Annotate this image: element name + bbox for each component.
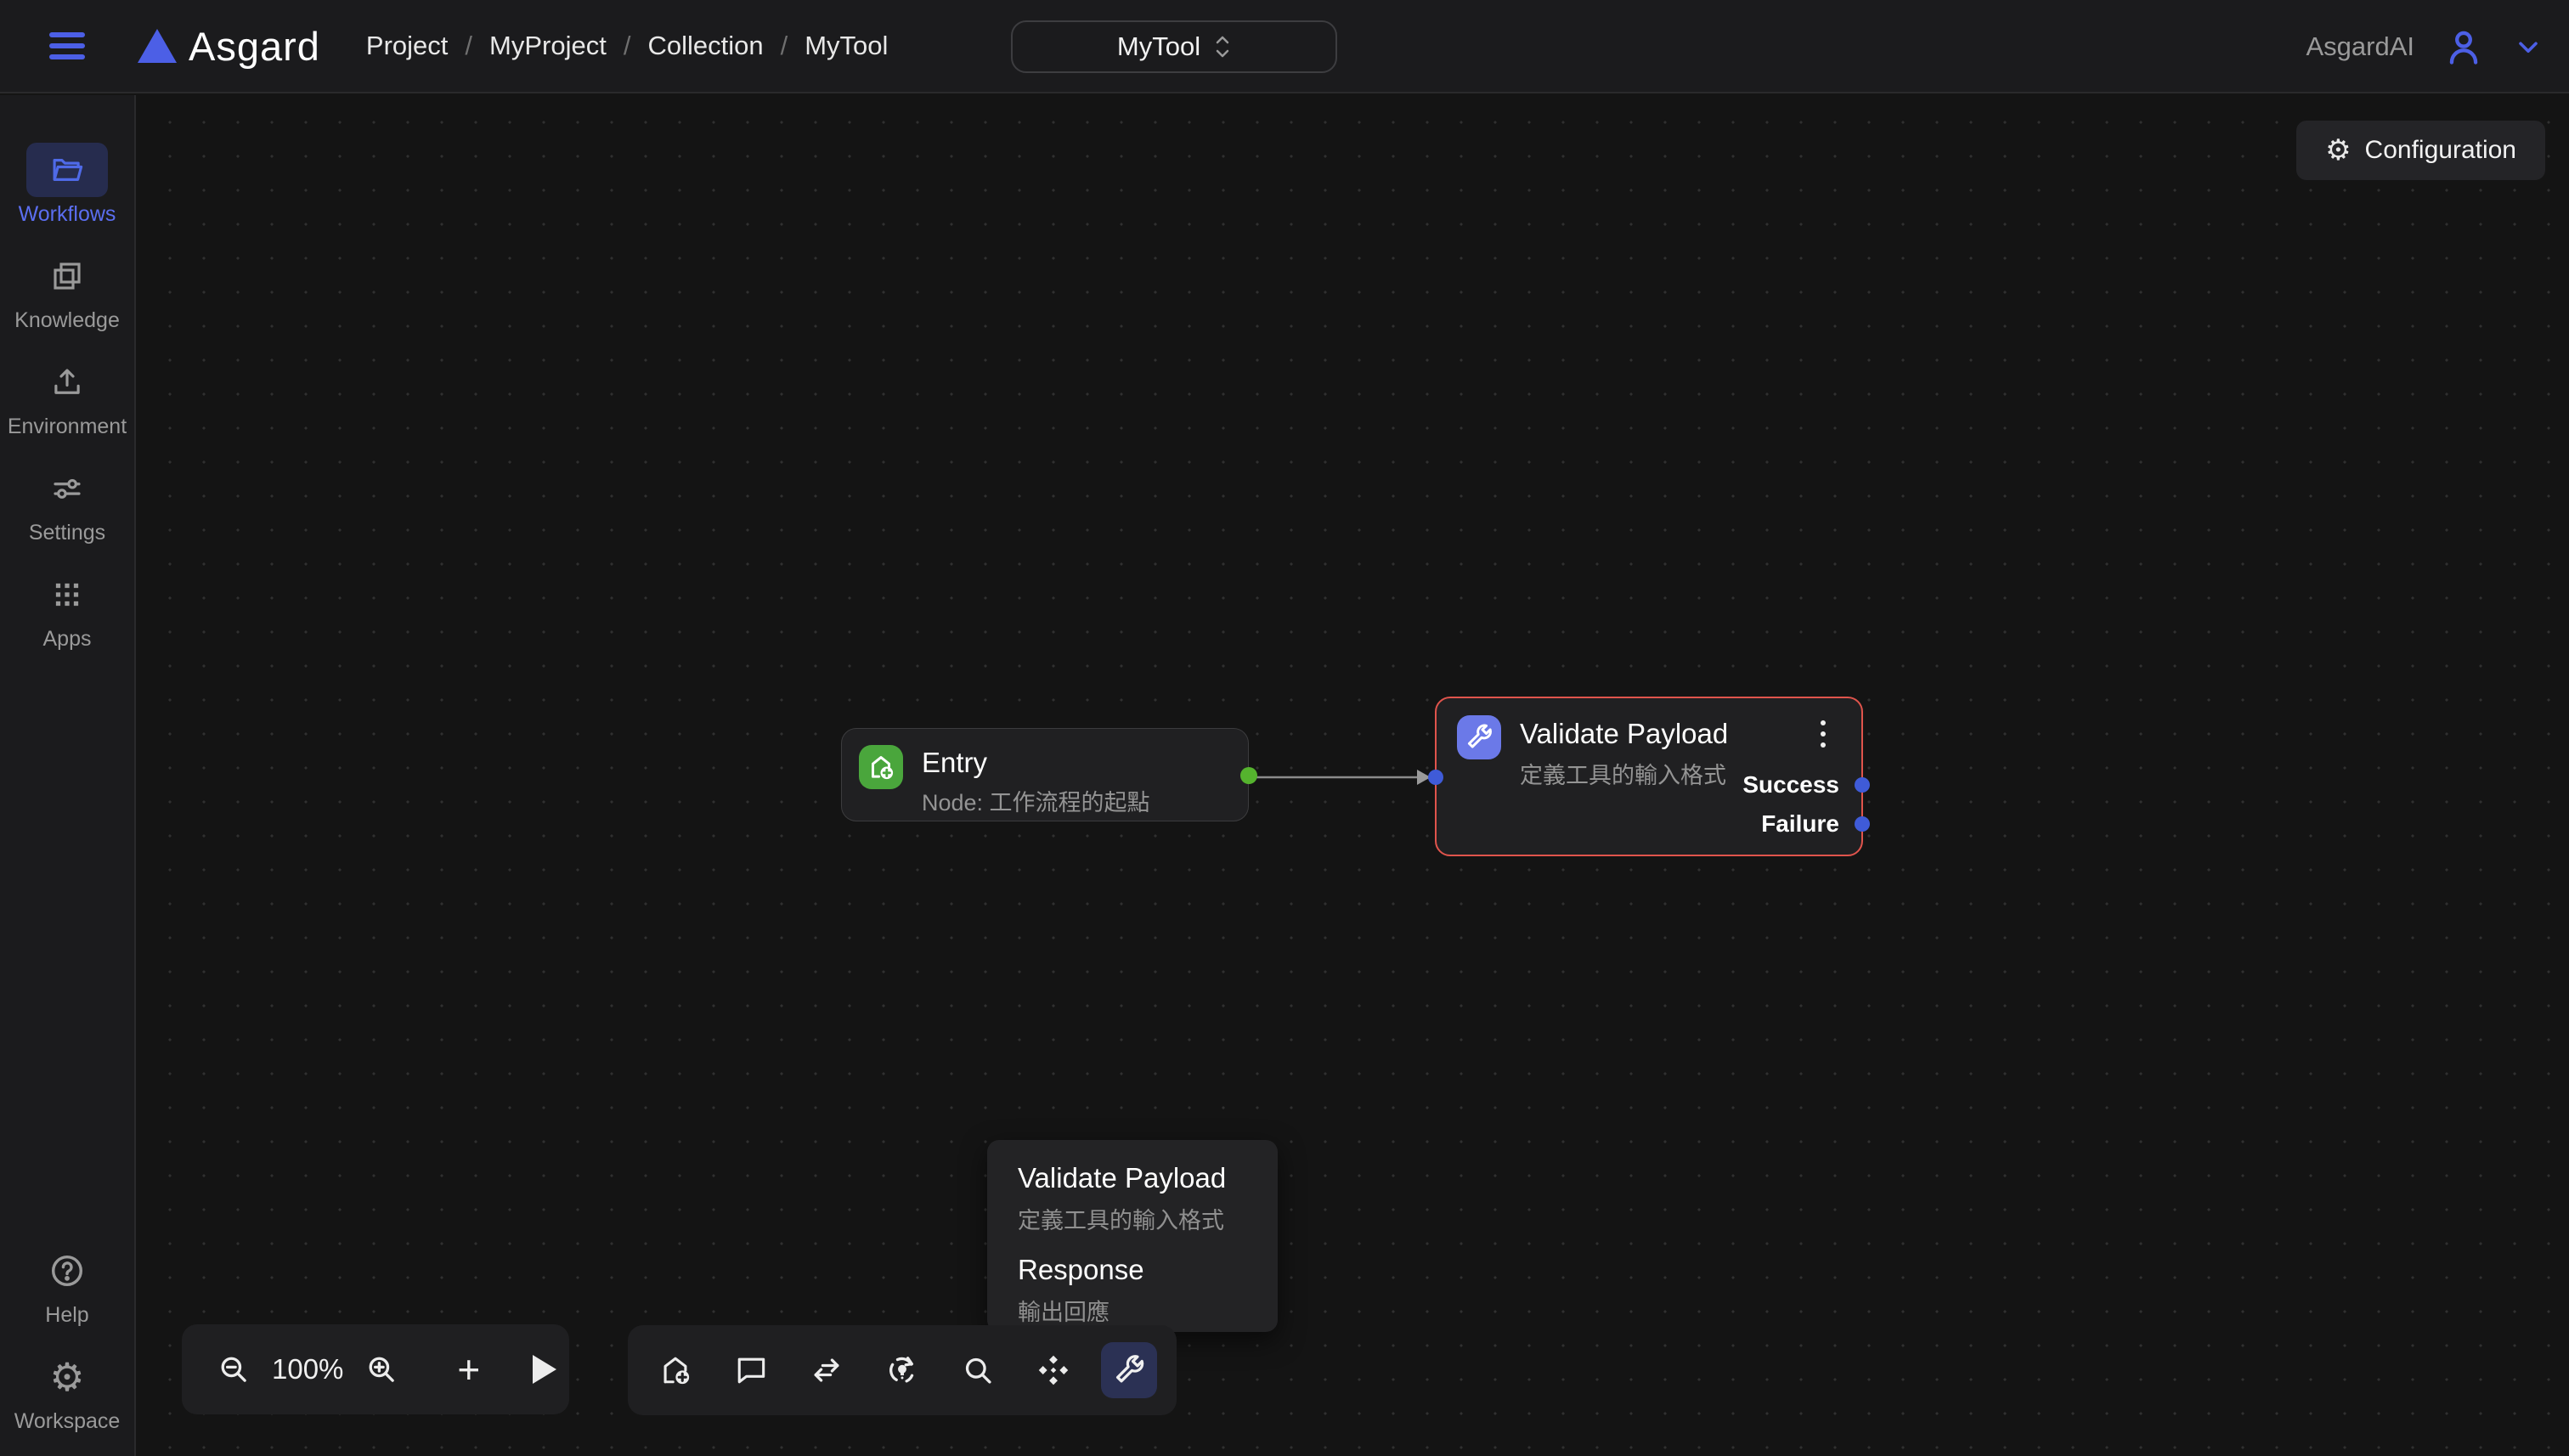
sidebar-item-environment[interactable]: Environment: [0, 355, 135, 439]
sidebar-item-workflows[interactable]: Workflows: [0, 143, 135, 227]
node-entry[interactable]: Entry Node: 工作流程的起點: [841, 728, 1249, 821]
configuration-button-label: Configuration: [2365, 136, 2516, 165]
sidebar-item-label: Environment: [8, 415, 127, 439]
input-port[interactable]: [1428, 770, 1443, 785]
sidebar-item-apps[interactable]: Apps: [0, 567, 135, 652]
zoom-toolbar: 100% +: [182, 1324, 569, 1414]
breadcrumb-separator: /: [781, 31, 788, 61]
updown-chevron-icon: [1214, 35, 1231, 59]
node-subtitle: Node: 工作流程的起點: [922, 784, 1150, 817]
gear-icon: ⚙: [2325, 136, 2351, 165]
kebab-menu-icon[interactable]: [1817, 717, 1829, 751]
sidebar-item-label: Help: [45, 1303, 88, 1328]
breadcrumb-project[interactable]: Project: [366, 31, 448, 61]
upload-icon: [49, 364, 85, 400]
zoom-out-icon: [216, 1352, 251, 1387]
swap-arrows-icon: [808, 1352, 845, 1389]
add-node-button[interactable]: +: [457, 1350, 480, 1389]
comment-icon: [732, 1352, 770, 1389]
breadcrumb: Project / MyProject / Collection / MyToo…: [366, 31, 889, 61]
wrench-icon: [1110, 1352, 1148, 1389]
help-circle-icon: [48, 1251, 87, 1290]
configuration-button[interactable]: ⚙ Configuration: [2296, 121, 2545, 180]
tool-move-nodes[interactable]: [1025, 1342, 1081, 1398]
sidebar-item-label: Apps: [43, 627, 92, 652]
output-port-success[interactable]: [1855, 777, 1870, 793]
wrench-icon: [1457, 715, 1501, 759]
breadcrumb-mytool[interactable]: MyTool: [805, 31, 888, 61]
tools-toolbar: [628, 1325, 1177, 1415]
home-plus-icon: [859, 745, 903, 789]
tool-selector-value: MyTool: [1117, 31, 1200, 62]
sidebar-item-label: Settings: [29, 521, 105, 545]
output-label-failure: Failure: [1761, 810, 1839, 838]
sliders-icon: [49, 471, 85, 506]
breadcrumb-separator: /: [624, 31, 631, 61]
workflow-canvas[interactable]: ⚙ Configuration Entry Node: 工作流程的起點 Vali…: [138, 95, 2569, 1456]
breadcrumb-myproject[interactable]: MyProject: [489, 31, 607, 61]
sidebar-item-knowledge[interactable]: Knowledge: [0, 249, 135, 333]
menu-item-subtitle: 輸出回應: [1018, 1294, 1247, 1327]
move-nodes-icon: [1035, 1352, 1072, 1389]
hamburger-menu-icon[interactable]: [49, 32, 85, 59]
folder-icon: [49, 152, 85, 188]
account-name: AsgardAI: [2306, 31, 2414, 62]
breadcrumb-separator: /: [465, 31, 472, 61]
tool-search[interactable]: [950, 1342, 1006, 1398]
node-validate-payload[interactable]: Validate Payload 定義工具的輸入格式 Success Failu…: [1435, 697, 1863, 856]
node-title: Entry: [922, 747, 987, 779]
top-header: Asgard Project / MyProject / Collection …: [0, 0, 2569, 93]
sidebar-item-label: Knowledge: [14, 308, 120, 333]
edge-entry-to-validate: [1242, 766, 1446, 788]
sidebar-item-label: Workspace: [14, 1409, 121, 1434]
output-port[interactable]: [1240, 767, 1257, 784]
zoom-level: 100%: [272, 1353, 343, 1385]
tool-add-entry-node[interactable]: [647, 1342, 703, 1398]
node-subtitle: 定義工具的輸入格式: [1520, 757, 1726, 790]
node-picker-menu: Validate Payload 定義工具的輸入格式 Response 輸出回應: [987, 1140, 1278, 1332]
chevron-down-icon[interactable]: [2513, 31, 2544, 62]
node-title: Validate Payload: [1520, 718, 1728, 750]
menu-item-response[interactable]: Response 輸出回應: [1018, 1254, 1247, 1327]
tool-rerun-loop[interactable]: [874, 1342, 930, 1398]
zoom-in-icon: [364, 1352, 399, 1387]
zoom-in-button[interactable]: [364, 1352, 399, 1387]
sidebar-item-label: Workflows: [19, 202, 116, 227]
triangle-logo-icon: [138, 29, 177, 63]
sidebar-item-workspace[interactable]: ⚙ Workspace: [0, 1350, 135, 1434]
loop-retry-icon: [884, 1352, 921, 1389]
home-plus-icon: [657, 1352, 694, 1389]
tool-selector-dropdown[interactable]: MyTool: [1011, 20, 1337, 73]
app-logo: Asgard: [138, 23, 320, 70]
sidebar-item-settings[interactable]: Settings: [0, 461, 135, 545]
zoom-out-button[interactable]: [216, 1352, 251, 1387]
tool-wrench[interactable]: [1101, 1342, 1157, 1398]
app-logo-text: Asgard: [189, 23, 320, 70]
menu-item-title: Validate Payload: [1018, 1162, 1247, 1194]
output-label-success: Success: [1742, 771, 1839, 799]
tool-swap-connections[interactable]: [799, 1342, 855, 1398]
breadcrumb-collection[interactable]: Collection: [647, 31, 763, 61]
gear-icon: ⚙: [49, 1357, 84, 1397]
left-sidebar: Workflows Knowledge Environment Settings…: [0, 95, 136, 1456]
menu-item-validate-payload[interactable]: Validate Payload 定義工具的輸入格式: [1018, 1162, 1247, 1235]
tool-comment[interactable]: [723, 1342, 779, 1398]
play-icon[interactable]: [533, 1355, 556, 1384]
menu-item-subtitle: 定義工具的輸入格式: [1018, 1202, 1247, 1235]
output-port-failure[interactable]: [1855, 816, 1870, 832]
search-icon: [959, 1352, 997, 1389]
book-icon: [49, 258, 85, 294]
person-icon[interactable]: [2442, 25, 2486, 69]
sidebar-item-help[interactable]: Help: [0, 1244, 135, 1328]
apps-grid-icon: [49, 577, 85, 612]
menu-item-title: Response: [1018, 1254, 1247, 1286]
